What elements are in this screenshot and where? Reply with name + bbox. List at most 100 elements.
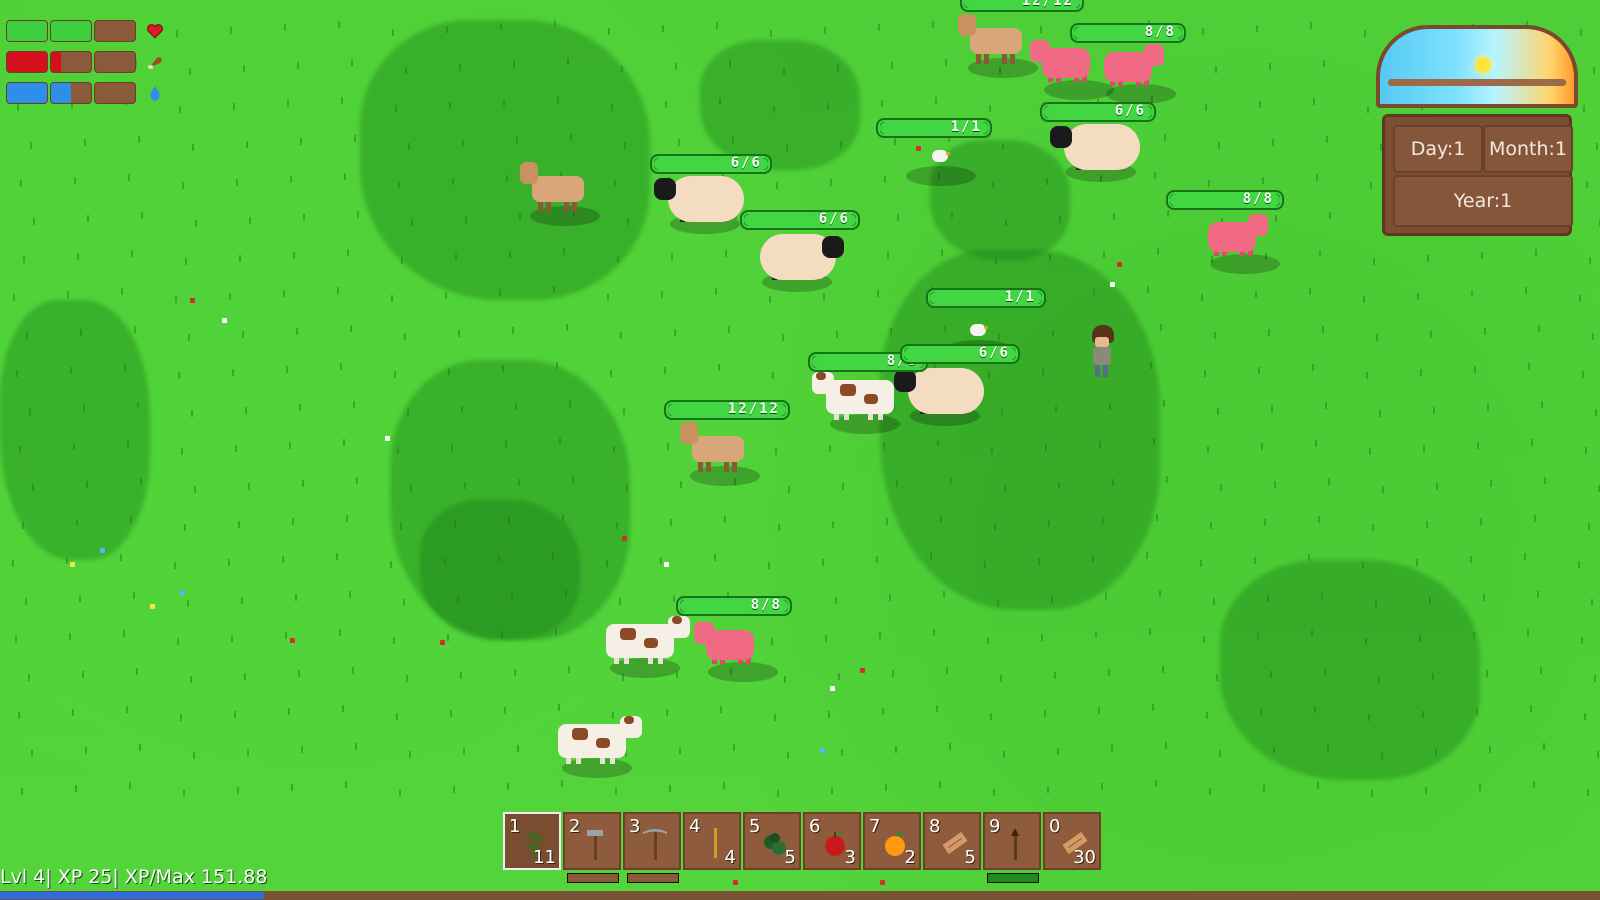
grass-tuft	[125, 440, 133, 447]
grass-tuft	[1306, 554, 1314, 561]
grass-tuft	[888, 328, 896, 335]
grass-tuft	[1315, 782, 1323, 789]
grass-tuft	[449, 444, 457, 451]
grass-tuft	[514, 137, 522, 144]
flower	[1117, 262, 1122, 267]
ground-shadow	[1210, 254, 1280, 274]
cow-spot	[840, 384, 856, 396]
grass-tuft	[404, 675, 412, 682]
deer-sprite[interactable]	[680, 420, 770, 490]
grass-tuft	[998, 675, 1006, 682]
grass-tuft	[1216, 142, 1224, 149]
grass-tuft	[1096, 707, 1104, 714]
grass-tuft	[820, 559, 828, 566]
hotbar-slot-7[interactable]: 72	[863, 812, 921, 870]
grass-tuft	[342, 173, 350, 180]
grass-tuft	[245, 749, 253, 756]
grass-tuft	[402, 333, 410, 340]
grass-tuft	[606, 28, 614, 35]
grass-tuft	[80, 671, 88, 678]
hotbar-slot-0[interactable]: 0 30	[1043, 812, 1101, 870]
grass-tuft	[1207, 788, 1215, 795]
grass-tuft	[731, 744, 739, 751]
grass-tuft	[613, 788, 621, 795]
grass-tuft	[1423, 787, 1431, 794]
grass-tuft	[1164, 476, 1172, 483]
grass-tuft	[1153, 780, 1161, 787]
grass-tuft	[502, 707, 510, 714]
sheep-sprite[interactable]	[654, 168, 750, 238]
grass-tuft	[722, 516, 730, 523]
sheep-sprite[interactable]	[752, 226, 844, 296]
grass-tuft	[829, 787, 837, 794]
grass-tuft	[1586, 523, 1594, 530]
grass-tuft	[1478, 518, 1486, 525]
grass-tuft	[941, 591, 949, 598]
grass-tuft	[1414, 559, 1422, 566]
hotbar-slot-2[interactable]: 2	[563, 812, 621, 870]
grass-tuft	[1576, 561, 1584, 568]
grass-tuft	[555, 96, 563, 103]
grass-tuft	[177, 106, 185, 113]
grass-tuft	[1055, 748, 1063, 755]
grass-tuft	[1326, 478, 1334, 485]
hotbar-slot-8[interactable]: 85	[923, 812, 981, 870]
game-world[interactable]: 12/128/86/61/16/66/68/81/18/86/612/128/8	[0, 0, 1600, 900]
deer-sprite[interactable]	[520, 160, 610, 230]
sheep-sprite[interactable]	[1050, 116, 1146, 186]
pig-sprite[interactable]	[694, 616, 788, 686]
cow-spot	[620, 628, 636, 640]
grass-tuft	[188, 676, 196, 683]
grass-tuft	[1161, 400, 1169, 407]
grass-tuft	[1373, 600, 1381, 607]
grass-tuft	[875, 290, 883, 297]
grass-tuft	[496, 555, 504, 562]
hunger-bar	[6, 51, 164, 73]
durability-bar	[987, 873, 1039, 883]
hotbar-slot-6[interactable]: 63	[803, 812, 861, 870]
pig-sprite[interactable]	[1200, 208, 1290, 278]
grass-tuft	[881, 442, 889, 449]
grass-tuft	[716, 364, 724, 371]
hotbar-slot-5[interactable]: 55	[743, 812, 801, 870]
grass-tuft	[27, 408, 35, 415]
hotbar-slot-1[interactable]: 1 11	[503, 812, 561, 870]
cow-spot	[644, 638, 658, 648]
grass-tuft	[129, 250, 137, 257]
grass-tuft	[1590, 333, 1598, 340]
grass-tuft	[889, 62, 897, 69]
grass-tuft	[187, 68, 195, 75]
grass-tuft	[1360, 562, 1368, 569]
slot-item-count: 4	[724, 847, 736, 868]
hotbar-slot-3[interactable]: 3	[623, 812, 681, 870]
grass-tuft	[1266, 329, 1274, 336]
grass-tuft	[1253, 291, 1261, 298]
grass-tuft	[1418, 369, 1426, 376]
pig-sprite[interactable]	[1096, 38, 1186, 108]
chicken-beak	[946, 152, 950, 155]
grass-tuft	[20, 522, 28, 529]
grass-tuft	[1001, 751, 1009, 758]
grass-tuft	[1427, 597, 1435, 604]
grass-tuft	[1307, 288, 1315, 295]
grass-tuft	[554, 362, 562, 369]
grass-tuft	[1260, 177, 1268, 184]
hotbar-slot-9[interactable]: 9	[983, 812, 1041, 870]
grass-tuft	[939, 249, 947, 256]
deer-body	[532, 176, 584, 202]
grass-tuft	[624, 484, 632, 491]
grass-tuft	[335, 287, 343, 294]
grass-tuft	[288, 176, 296, 183]
grass-tuft	[1591, 67, 1599, 74]
grass-tuft	[24, 332, 32, 339]
grass-tuft	[1110, 479, 1118, 486]
cow-sprite[interactable]	[600, 612, 690, 682]
cow-sprite[interactable]	[552, 712, 642, 782]
grass-tuft	[1593, 409, 1600, 416]
grass-tuft	[298, 138, 306, 145]
hotbar-slot-4[interactable]: 44	[683, 812, 741, 870]
slot-key-label: 0	[1049, 816, 1061, 837]
grass-tuft	[78, 329, 86, 336]
grass-tuft	[835, 65, 843, 72]
grass-tuft	[230, 369, 238, 376]
